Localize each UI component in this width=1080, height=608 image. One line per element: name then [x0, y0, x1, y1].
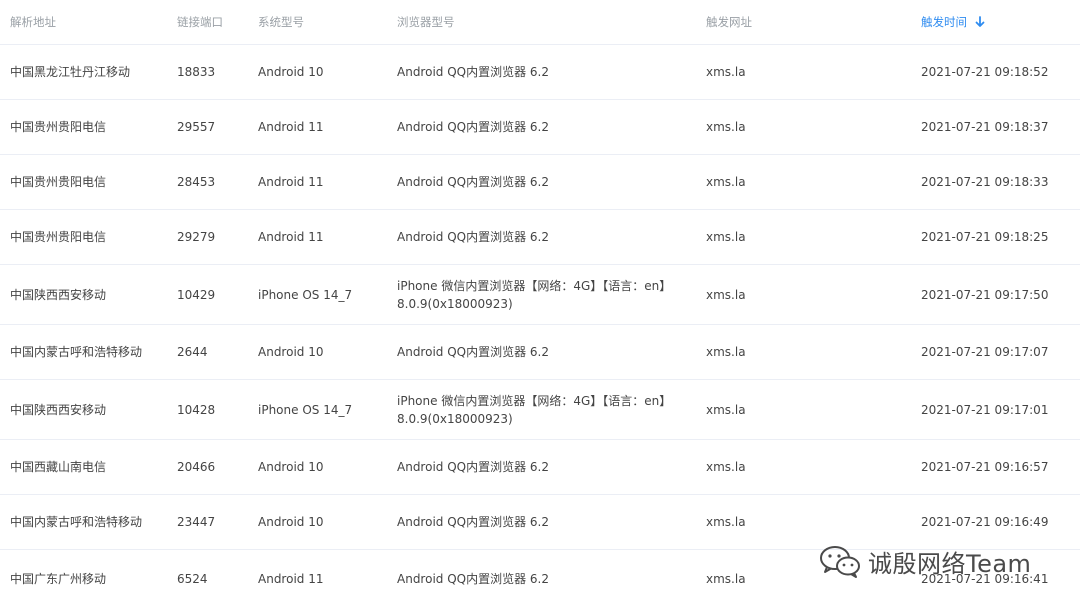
- column-header-url[interactable]: 触发网址: [706, 0, 856, 44]
- wechat-icon: [820, 546, 860, 578]
- cell-browser: Android QQ内置浏览器 6.2: [397, 175, 549, 189]
- cell-browser: iPhone 微信内置浏览器【网络：4G】【语言：en】8.0.9(0x1800…: [397, 393, 666, 426]
- table-row: 中国西藏山南电信 20466 Android 10 Android QQ内置浏览…: [0, 440, 1080, 495]
- table-header: 解析地址 链接端口 系统型号 浏览器型号 触发网址 触发时间: [0, 0, 1080, 45]
- cell-port: 23447: [177, 515, 216, 529]
- cell-address: 中国内蒙古呼和浩特移动: [10, 345, 143, 359]
- cell-url: xms.la: [706, 175, 746, 189]
- cell-address: 中国黑龙江牡丹江移动: [10, 65, 131, 79]
- cell-os: Android 10: [258, 515, 324, 529]
- cell-address: 中国贵州贵阳电信: [10, 175, 107, 189]
- cell-time: 2021-07-21 09:18:33: [921, 175, 1049, 189]
- cell-os: Android 10: [258, 345, 324, 359]
- cell-time: 2021-07-21 09:18:52: [921, 65, 1049, 79]
- cell-url: xms.la: [706, 120, 746, 134]
- table-row: 中国贵州贵阳电信 29557 Android 11 Android QQ内置浏览…: [0, 100, 1080, 155]
- cell-port: 29279: [177, 230, 216, 244]
- cell-address: 中国贵州贵阳电信: [10, 120, 107, 134]
- cell-os: Android 10: [258, 65, 324, 79]
- cell-time: 2021-07-21 09:18:25: [921, 230, 1049, 244]
- column-header-time[interactable]: 触发时间: [921, 0, 1071, 44]
- cell-port: 2644: [177, 345, 208, 359]
- cell-time: 2021-07-21 09:18:37: [921, 120, 1049, 134]
- column-header-time-label: 触发时间: [921, 15, 967, 29]
- cell-url: xms.la: [706, 65, 746, 79]
- cell-browser: Android QQ内置浏览器 6.2: [397, 572, 549, 586]
- cell-time: 2021-07-21 09:17:01: [921, 402, 1049, 417]
- watermark: 诚殷网络Team: [818, 541, 1031, 581]
- column-header-address[interactable]: 解析地址: [10, 0, 170, 44]
- table-row: 中国陕西西安移动 10429 iPhone OS 14_7 iPhone 微信内…: [0, 265, 1080, 325]
- cell-url: xms.la: [706, 230, 746, 244]
- cell-address: 中国陕西西安移动: [10, 287, 107, 302]
- cell-url: xms.la: [706, 402, 746, 417]
- cell-os: Android 11: [258, 572, 324, 586]
- cell-address: 中国内蒙古呼和浩特移动: [10, 515, 143, 529]
- cell-port: 6524: [177, 572, 208, 586]
- cell-port: 10429: [177, 287, 216, 302]
- table-row: 中国贵州贵阳电信 28453 Android 11 Android QQ内置浏览…: [0, 155, 1080, 210]
- cell-port: 18833: [177, 65, 216, 79]
- cell-browser: Android QQ内置浏览器 6.2: [397, 460, 549, 474]
- column-header-browser[interactable]: 浏览器型号: [397, 0, 667, 44]
- column-header-port[interactable]: 链接端口: [177, 0, 252, 44]
- table-row: 中国内蒙古呼和浩特移动 2644 Android 10 Android QQ内置…: [0, 325, 1080, 380]
- cell-browser: Android QQ内置浏览器 6.2: [397, 515, 549, 529]
- cell-port: 28453: [177, 175, 216, 189]
- table-row: 中国贵州贵阳电信 29279 Android 11 Android QQ内置浏览…: [0, 210, 1080, 265]
- cell-url: xms.la: [706, 460, 746, 474]
- cell-address: 中国陕西西安移动: [10, 402, 107, 417]
- cell-url: xms.la: [706, 345, 746, 359]
- cell-os: Android 11: [258, 175, 324, 189]
- cell-address: 中国贵州贵阳电信: [10, 230, 107, 244]
- cell-browser: Android QQ内置浏览器 6.2: [397, 345, 549, 359]
- cell-time: 2021-07-21 09:17:07: [921, 345, 1049, 359]
- visit-log-table: 解析地址 链接端口 系统型号 浏览器型号 触发网址 触发时间 中国黑龙江牡丹江移…: [0, 0, 1080, 608]
- cell-url: xms.la: [706, 287, 746, 302]
- cell-browser: Android QQ内置浏览器 6.2: [397, 230, 549, 244]
- cell-browser: iPhone 微信内置浏览器【网络：4G】【语言：en】8.0.9(0x1800…: [397, 278, 666, 311]
- cell-browser: Android QQ内置浏览器 6.2: [397, 65, 549, 79]
- cell-address: 中国广东广州移动: [10, 572, 107, 586]
- cell-os: iPhone OS 14_7: [258, 287, 353, 302]
- cell-os: iPhone OS 14_7: [258, 402, 353, 417]
- cell-port: 20466: [177, 460, 216, 474]
- cell-time: 2021-07-21 09:17:50: [921, 287, 1049, 302]
- cell-address: 中国西藏山南电信: [10, 460, 107, 474]
- cell-os: Android 11: [258, 120, 324, 134]
- watermark-text: 诚殷网络Team: [868, 549, 1032, 578]
- table-row: 中国陕西西安移动 10428 iPhone OS 14_7 iPhone 微信内…: [0, 380, 1080, 440]
- cell-port: 10428: [177, 402, 216, 417]
- cell-os: Android 10: [258, 460, 324, 474]
- cell-browser: Android QQ内置浏览器 6.2: [397, 120, 549, 134]
- table-row: 中国黑龙江牡丹江移动 18833 Android 10 Android QQ内置…: [0, 45, 1080, 100]
- cell-time: 2021-07-21 09:16:57: [921, 460, 1049, 474]
- cell-port: 29557: [177, 120, 216, 134]
- arrow-down-icon[interactable]: [975, 16, 985, 28]
- cell-os: Android 11: [258, 230, 324, 244]
- column-header-os[interactable]: 系统型号: [258, 0, 388, 44]
